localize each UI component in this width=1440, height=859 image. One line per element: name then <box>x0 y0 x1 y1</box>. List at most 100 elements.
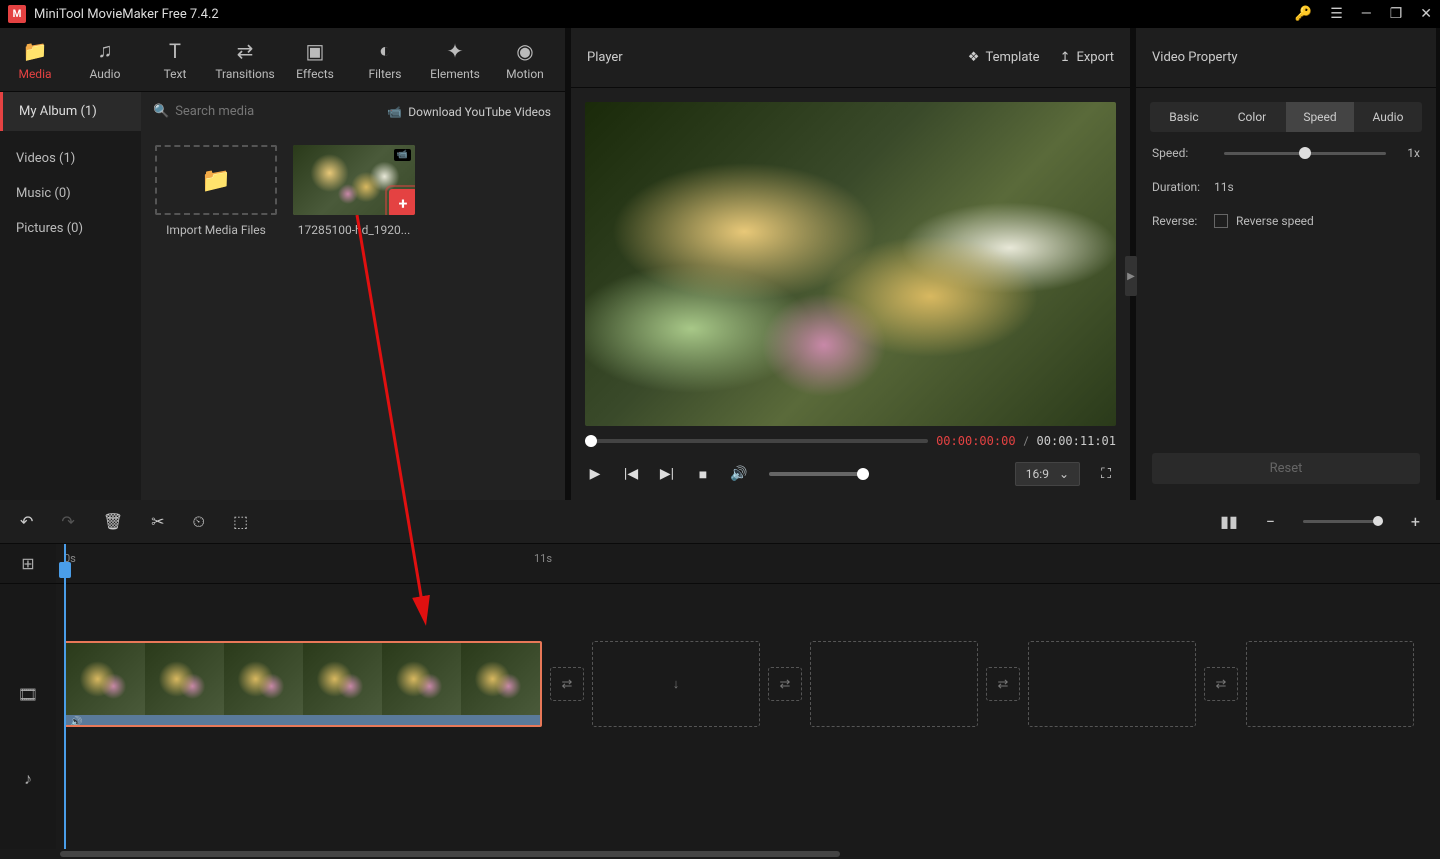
menu-icon[interactable]: ☰ <box>1330 6 1343 22</box>
video-track-icon: 🎞 <box>0 634 56 754</box>
reset-button[interactable]: Reset <box>1152 453 1420 484</box>
filters-icon: ◐ <box>379 39 391 63</box>
template-button[interactable]: ❖Template <box>968 50 1040 65</box>
top-tabs: 📁Media ♫Audio TText ⇄Transitions ▣Effect… <box>0 28 565 92</box>
import-media-button[interactable]: 📁 <box>155 145 277 215</box>
elements-icon: ✦ <box>447 39 464 63</box>
undo-button[interactable]: ↶ <box>20 512 33 531</box>
current-time: 00:00:00:00 <box>936 434 1015 448</box>
titlebar: M MiniTool MovieMaker Free 7.4.2 🔑 ☰ — ❐… <box>0 0 1440 28</box>
delete-button[interactable]: 🗑 <box>103 512 123 531</box>
speaker-icon: 🔊 <box>70 717 82 728</box>
volume-icon[interactable]: 🔊 <box>729 466 749 482</box>
tab-effects[interactable]: ▣Effects <box>280 28 350 91</box>
crop-button[interactable]: ⬚ <box>233 512 248 531</box>
upload-icon: ↥ <box>1060 50 1071 65</box>
key-icon[interactable]: 🔑 <box>1295 6 1312 22</box>
player-panel: Player ❖Template ↥Export 00:00:00:00 / 0… <box>571 28 1130 500</box>
next-frame-button[interactable]: ▶| <box>657 466 677 482</box>
empty-clip-slot[interactable]: ↓ <box>592 641 760 727</box>
maximize-icon[interactable]: ❐ <box>1390 6 1403 22</box>
volume-slider[interactable] <box>769 472 869 476</box>
search-input[interactable] <box>175 104 295 119</box>
timeline-tracks[interactable]: 0s 11s 🔊 ⇄ ↓ ⇄ ⇄ ⇄ <box>56 544 1440 849</box>
zoom-in-button[interactable]: + <box>1411 512 1420 531</box>
aspect-ratio-select[interactable]: 16:9⌄ <box>1015 462 1080 486</box>
speed-button[interactable]: ⏲ <box>193 512 205 532</box>
sidebar-item-pictures[interactable]: Pictures (0) <box>0 211 141 246</box>
app-icon: M <box>8 5 26 23</box>
play-button[interactable]: ▶ <box>585 466 605 482</box>
audio-track-icon: ♪ <box>0 754 56 804</box>
timeline-ruler[interactable]: 0s 11s <box>56 544 1440 584</box>
fullscreen-button[interactable]: ⛶ <box>1096 466 1116 482</box>
folder-icon: 📁 <box>201 166 231 194</box>
timeline-scrollbar[interactable] <box>0 849 1440 859</box>
fit-button[interactable]: ▮▮ <box>1220 512 1238 531</box>
minimize-icon[interactable]: — <box>1361 6 1372 22</box>
timeline-area: ↶ ↷ 🗑 ✂ ⏲ ⬚ ▮▮ − + ⊞ 🎞 ♪ 0s 11s <box>0 500 1440 859</box>
playhead[interactable] <box>64 544 66 849</box>
export-button[interactable]: ↥Export <box>1060 50 1114 65</box>
layers-icon: ❖ <box>968 50 980 65</box>
motion-icon: ◉ <box>516 39 533 63</box>
transition-slot[interactable]: ⇄ <box>550 667 584 701</box>
close-icon[interactable]: ✕ <box>1420 6 1432 22</box>
transition-slot[interactable]: ⇄ <box>986 667 1020 701</box>
media-item[interactable]: 📹 + 17285100-hd_1920... <box>293 145 415 237</box>
speed-label: Speed: <box>1152 146 1214 160</box>
sidebar-item-music[interactable]: Music (0) <box>0 176 141 211</box>
property-panel: Video Property Basic Color Speed Audio S… <box>1136 28 1436 500</box>
progress-bar[interactable] <box>585 439 928 443</box>
zoom-out-button[interactable]: − <box>1266 512 1275 531</box>
media-thumbnail: 📹 + <box>293 145 415 215</box>
tab-media[interactable]: 📁Media <box>0 28 70 91</box>
video-clip[interactable]: 🔊 <box>64 641 542 727</box>
media-label: 17285100-hd_1920... <box>293 223 415 237</box>
ruler-mark: 11s <box>534 552 552 565</box>
empty-clip-slot[interactable] <box>1246 641 1414 727</box>
add-to-timeline-button[interactable]: + <box>389 189 415 215</box>
transition-icon: ⇄ <box>237 39 254 63</box>
tab-audio[interactable]: ♫Audio <box>70 28 140 91</box>
zoom-slider[interactable] <box>1303 520 1383 523</box>
app-title: MiniTool MovieMaker Free 7.4.2 <box>34 7 1295 22</box>
video-badge-icon: 📹 <box>394 149 411 161</box>
prop-tab-audio[interactable]: Audio <box>1354 102 1422 132</box>
empty-clip-slot[interactable] <box>1028 641 1196 727</box>
transition-slot[interactable]: ⇄ <box>768 667 802 701</box>
search-icon: 🔍 <box>153 104 169 119</box>
library-content: 📁 Import Media Files 📹 + 17285100-hd_192… <box>141 131 565 500</box>
property-title: Video Property <box>1136 28 1436 88</box>
duration-label: Duration: <box>1152 180 1214 194</box>
tab-transitions[interactable]: ⇄Transitions <box>210 28 280 91</box>
redo-button[interactable]: ↷ <box>61 512 74 531</box>
prop-tab-color[interactable]: Color <box>1218 102 1286 132</box>
tab-filters[interactable]: ◐Filters <box>350 28 420 91</box>
reverse-check-label: Reverse speed <box>1236 214 1314 228</box>
tab-text[interactable]: TText <box>140 28 210 91</box>
prev-frame-button[interactable]: |◀ <box>621 466 641 482</box>
tab-motion[interactable]: ◉Motion <box>490 28 560 91</box>
reverse-checkbox[interactable] <box>1214 214 1228 228</box>
empty-clip-slot[interactable] <box>810 641 978 727</box>
library-panel: 📁Media ♫Audio TText ⇄Transitions ▣Effect… <box>0 28 565 500</box>
add-track-button[interactable]: ⊞ <box>0 544 56 584</box>
prop-tab-speed[interactable]: Speed <box>1286 102 1354 132</box>
download-youtube-button[interactable]: 📹 Download YouTube Videos <box>373 105 565 119</box>
player-title: Player <box>587 50 968 65</box>
total-time: 00:00:11:01 <box>1037 434 1116 448</box>
transition-slot[interactable]: ⇄ <box>1204 667 1238 701</box>
split-button[interactable]: ✂ <box>151 512 164 531</box>
text-icon: T <box>169 39 181 63</box>
speed-slider[interactable] <box>1224 152 1386 155</box>
folder-icon: 📁 <box>23 39 48 63</box>
sidebar-item-videos[interactable]: Videos (1) <box>0 141 141 176</box>
panel-collapse-handle[interactable]: ▶ <box>1125 256 1137 296</box>
stop-button[interactable]: ■ <box>693 466 713 483</box>
album-tab[interactable]: My Album (1) <box>0 92 141 131</box>
video-track[interactable]: 🔊 ⇄ ↓ ⇄ ⇄ ⇄ <box>56 634 1440 734</box>
speed-value: 1x <box>1396 146 1420 160</box>
tab-elements[interactable]: ✦Elements <box>420 28 490 91</box>
prop-tab-basic[interactable]: Basic <box>1150 102 1218 132</box>
